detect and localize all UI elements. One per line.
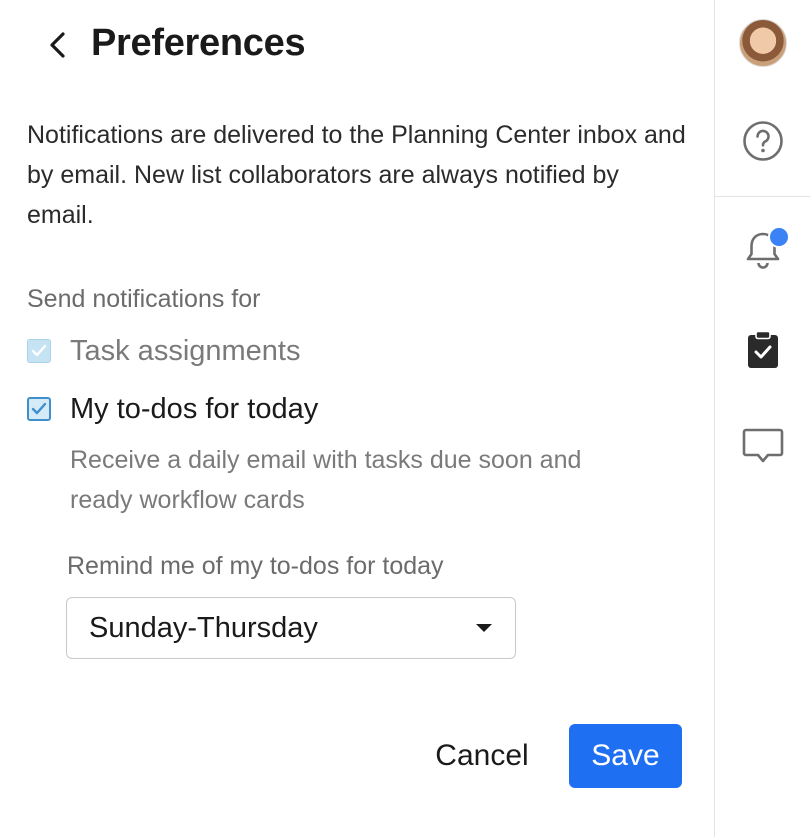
- save-button[interactable]: Save: [569, 724, 682, 788]
- caret-down-icon: [475, 623, 493, 633]
- user-avatar-button[interactable]: [715, 19, 810, 67]
- reminder-label: Remind me of my to-dos for today: [67, 552, 444, 580]
- my-todos-checkbox[interactable]: [27, 397, 51, 421]
- rail-divider: [715, 196, 810, 197]
- reminder-days-select[interactable]: Sunday-Thursday: [66, 597, 516, 659]
- intro-text: Notifications are delivered to the Plann…: [27, 121, 686, 229]
- tasks-button[interactable]: [715, 330, 810, 375]
- help-button[interactable]: [715, 120, 810, 167]
- right-sidebar: [714, 0, 810, 837]
- notifications-button[interactable]: [715, 226, 810, 272]
- page-title: Preferences: [91, 22, 306, 64]
- my-todos-label[interactable]: My to-dos for today: [70, 391, 318, 427]
- chevron-left-icon: [46, 30, 68, 65]
- todos-help-text: Receive a daily email with tasks due soo…: [70, 446, 582, 514]
- task-assignments-checkbox: [27, 339, 51, 363]
- avatar: [739, 19, 787, 67]
- messages-button[interactable]: [715, 426, 810, 471]
- my-todos-option[interactable]: My to-dos for today: [27, 391, 318, 427]
- task-assignments-option: Task assignments: [27, 333, 301, 369]
- preferences-panel: Preferences Notifications are delivered …: [0, 0, 714, 837]
- cancel-button[interactable]: Cancel: [420, 724, 544, 788]
- task-assignments-label: Task assignments: [70, 335, 301, 367]
- bell-icon: [741, 226, 790, 272]
- section-label: Send notifications for: [27, 285, 261, 313]
- clipboard-check-icon: [746, 330, 780, 375]
- notification-badge: [768, 226, 790, 248]
- reminder-days-value: Sunday-Thursday: [89, 611, 318, 644]
- chat-icon: [742, 426, 784, 471]
- back-button[interactable]: [40, 28, 74, 66]
- help-icon: [742, 120, 784, 167]
